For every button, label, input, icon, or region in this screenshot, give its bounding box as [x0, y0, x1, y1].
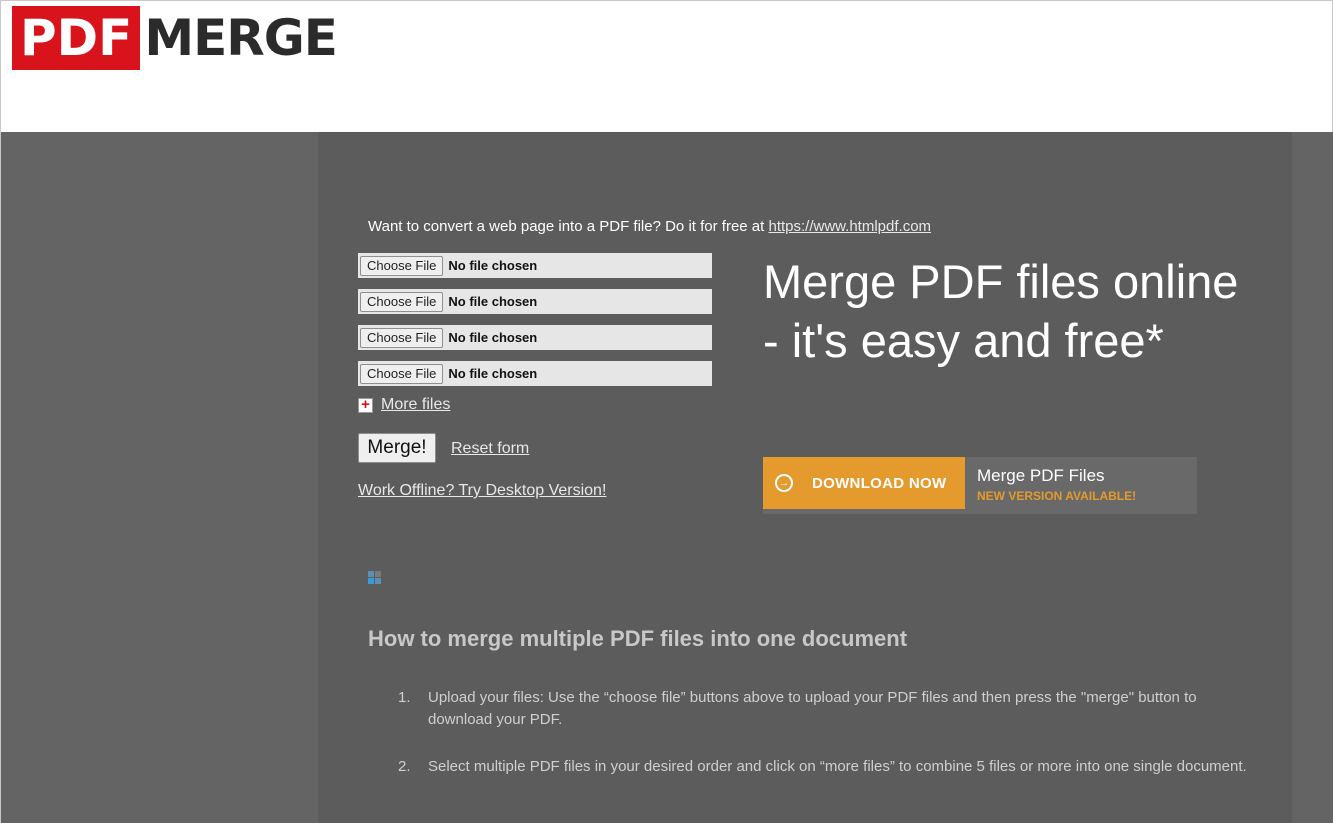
- desktop-version-link[interactable]: Work Offline? Try Desktop Version!: [358, 482, 606, 500]
- step-number: 2.: [398, 758, 411, 775]
- left-gutter: [1, 132, 318, 823]
- grid-icon: [368, 571, 382, 585]
- plus-icon[interactable]: +: [358, 397, 373, 413]
- choose-file-button[interactable]: Choose File: [360, 291, 444, 312]
- hero-title: Merge PDF files online - it's easy and f…: [763, 255, 1239, 367]
- download-banner[interactable]: → DOWNLOAD NOW Merge PDF Files NEW VERSI…: [763, 457, 1197, 514]
- howto-steps: 1. Upload your files: Use the “choose fi…: [398, 687, 1258, 803]
- download-now-button[interactable]: → DOWNLOAD NOW: [763, 457, 965, 509]
- howto-heading: How to merge multiple PDF files into one…: [368, 626, 908, 651]
- promo-text: Want to convert a web page into a PDF fi…: [368, 218, 769, 235]
- file-input-2[interactable]: Choose File No file chosen: [358, 289, 712, 314]
- main-content: Want to convert a web page into a PDF fi…: [318, 132, 1292, 823]
- list-item: 1. Upload your files: Use the “choose fi…: [398, 687, 1258, 731]
- step-number: 1.: [398, 689, 411, 706]
- right-gutter: [1292, 132, 1333, 823]
- logo[interactable]: PDF MERGE: [12, 6, 338, 70]
- file-input-3[interactable]: Choose File No file chosen: [358, 325, 712, 350]
- file-status: No file chosen: [448, 294, 538, 309]
- promo-line: Want to convert a web page into a PDF fi…: [368, 218, 931, 235]
- htmlpdf-link[interactable]: https://www.htmlpdf.com: [768, 218, 931, 235]
- arrow-circle-icon: →: [775, 474, 793, 492]
- step-text: Select multiple PDF files in your desire…: [428, 758, 1247, 775]
- step-text: Upload your files: Use the “choose file”…: [428, 689, 1197, 728]
- site-header: PDF MERGE: [1, 1, 1332, 132]
- download-product-title: Merge PDF Files: [977, 466, 1105, 485]
- choose-file-button[interactable]: Choose File: [360, 255, 444, 276]
- file-input-4[interactable]: Choose File No file chosen: [358, 361, 712, 386]
- file-status: No file chosen: [448, 258, 538, 273]
- download-now-label: DOWNLOAD NOW: [812, 474, 947, 492]
- new-version-badge: NEW VERSION AVAILABLE!: [977, 489, 1137, 503]
- more-files-link[interactable]: More files: [381, 396, 450, 414]
- choose-file-button[interactable]: Choose File: [360, 327, 444, 348]
- list-item: 2. Select multiple PDF files in your des…: [398, 756, 1258, 778]
- file-status: No file chosen: [448, 366, 538, 381]
- file-status: No file chosen: [448, 330, 538, 345]
- reset-form-link[interactable]: Reset form: [451, 440, 529, 458]
- file-input-1[interactable]: Choose File No file chosen: [358, 253, 712, 278]
- more-files-control[interactable]: + More files: [358, 396, 450, 414]
- choose-file-button[interactable]: Choose File: [360, 363, 444, 384]
- merge-button[interactable]: Merge!: [358, 433, 436, 463]
- logo-pdf-text: PDF: [12, 6, 141, 70]
- logo-merge-text: MERGE: [144, 9, 338, 67]
